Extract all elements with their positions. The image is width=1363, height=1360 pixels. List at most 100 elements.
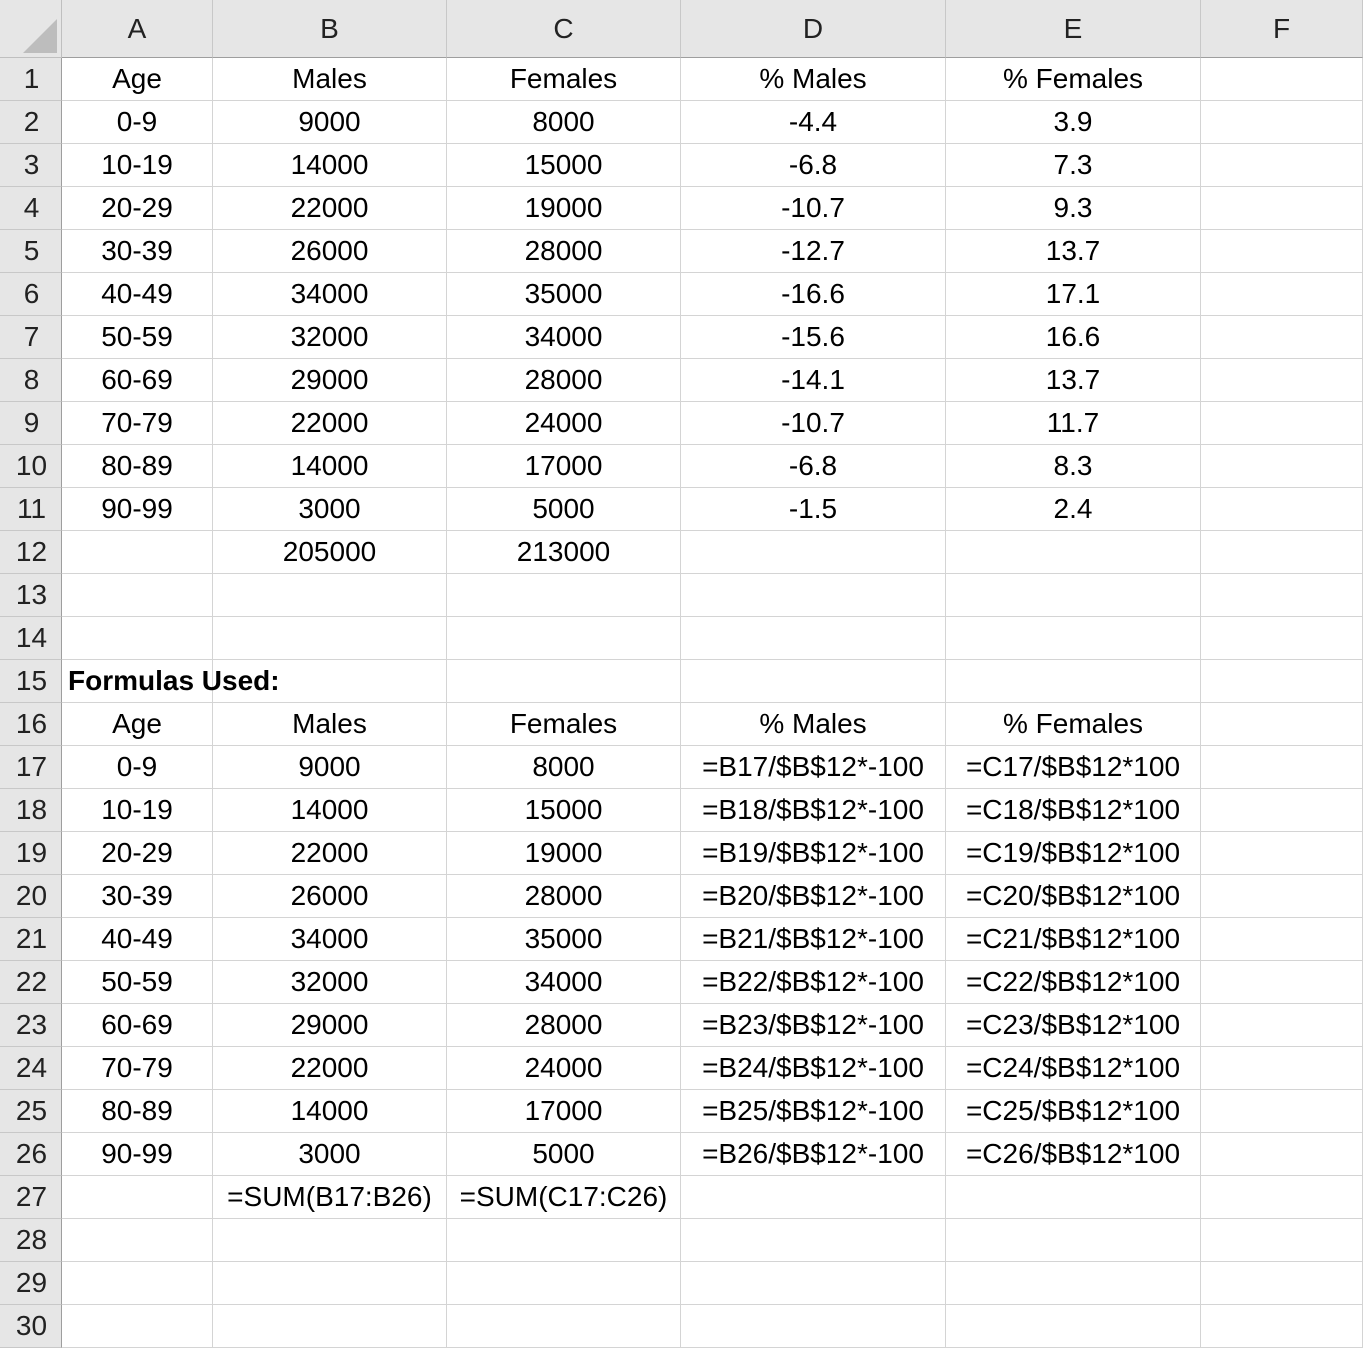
cell-a11[interactable]: 90-99 bbox=[62, 488, 213, 531]
cell-e19[interactable]: =C19/$B$12*100 bbox=[946, 832, 1201, 875]
cell-f11[interactable] bbox=[1201, 488, 1363, 531]
cell-a18[interactable]: 10-19 bbox=[62, 789, 213, 832]
cell-f20[interactable] bbox=[1201, 875, 1363, 918]
row-header-10[interactable]: 10 bbox=[0, 445, 62, 488]
row-header-21[interactable]: 21 bbox=[0, 918, 62, 961]
row-header-7[interactable]: 7 bbox=[0, 316, 62, 359]
cell-d25[interactable]: =B25/$B$12*-100 bbox=[681, 1090, 946, 1133]
cell-d1[interactable]: % Males bbox=[681, 58, 946, 101]
cell-a2[interactable]: 0-9 bbox=[62, 101, 213, 144]
cell-b7[interactable]: 32000 bbox=[213, 316, 447, 359]
cell-b21[interactable]: 34000 bbox=[213, 918, 447, 961]
cell-b26[interactable]: 3000 bbox=[213, 1133, 447, 1176]
row-header-4[interactable]: 4 bbox=[0, 187, 62, 230]
cell-d30[interactable] bbox=[681, 1305, 946, 1348]
cell-a21[interactable]: 40-49 bbox=[62, 918, 213, 961]
cell-c7[interactable]: 34000 bbox=[447, 316, 681, 359]
row-header-24[interactable]: 24 bbox=[0, 1047, 62, 1090]
cell-c30[interactable] bbox=[447, 1305, 681, 1348]
cell-e17[interactable]: =C17/$B$12*100 bbox=[946, 746, 1201, 789]
cell-a1[interactable]: Age bbox=[62, 58, 213, 101]
cell-a26[interactable]: 90-99 bbox=[62, 1133, 213, 1176]
cell-c24[interactable]: 24000 bbox=[447, 1047, 681, 1090]
cell-c25[interactable]: 17000 bbox=[447, 1090, 681, 1133]
cell-f28[interactable] bbox=[1201, 1219, 1363, 1262]
cell-d5[interactable]: -12.7 bbox=[681, 230, 946, 273]
cell-e24[interactable]: =C24/$B$12*100 bbox=[946, 1047, 1201, 1090]
cell-f22[interactable] bbox=[1201, 961, 1363, 1004]
cell-f13[interactable] bbox=[1201, 574, 1363, 617]
cell-c9[interactable]: 24000 bbox=[447, 402, 681, 445]
cell-e26[interactable]: =C26/$B$12*100 bbox=[946, 1133, 1201, 1176]
cell-d10[interactable]: -6.8 bbox=[681, 445, 946, 488]
cell-e1[interactable]: % Females bbox=[946, 58, 1201, 101]
cell-a19[interactable]: 20-29 bbox=[62, 832, 213, 875]
cell-c2[interactable]: 8000 bbox=[447, 101, 681, 144]
row-header-19[interactable]: 19 bbox=[0, 832, 62, 875]
cell-b10[interactable]: 14000 bbox=[213, 445, 447, 488]
cell-b15[interactable] bbox=[213, 660, 447, 703]
cell-e4[interactable]: 9.3 bbox=[946, 187, 1201, 230]
cell-f15[interactable] bbox=[1201, 660, 1363, 703]
cell-e30[interactable] bbox=[946, 1305, 1201, 1348]
cell-d16[interactable]: % Males bbox=[681, 703, 946, 746]
cell-a14[interactable] bbox=[62, 617, 213, 660]
cell-a5[interactable]: 30-39 bbox=[62, 230, 213, 273]
row-header-1[interactable]: 1 bbox=[0, 58, 62, 101]
cell-b8[interactable]: 29000 bbox=[213, 359, 447, 402]
select-all-corner[interactable] bbox=[0, 0, 62, 58]
cell-e29[interactable] bbox=[946, 1262, 1201, 1305]
cell-c8[interactable]: 28000 bbox=[447, 359, 681, 402]
cell-a29[interactable] bbox=[62, 1262, 213, 1305]
cell-a10[interactable]: 80-89 bbox=[62, 445, 213, 488]
row-header-13[interactable]: 13 bbox=[0, 574, 62, 617]
row-header-27[interactable]: 27 bbox=[0, 1176, 62, 1219]
cell-f21[interactable] bbox=[1201, 918, 1363, 961]
cell-b3[interactable]: 14000 bbox=[213, 144, 447, 187]
cell-f18[interactable] bbox=[1201, 789, 1363, 832]
cell-e10[interactable]: 8.3 bbox=[946, 445, 1201, 488]
cell-d9[interactable]: -10.7 bbox=[681, 402, 946, 445]
cell-f14[interactable] bbox=[1201, 617, 1363, 660]
column-header-d[interactable]: D bbox=[681, 0, 946, 58]
cell-c18[interactable]: 15000 bbox=[447, 789, 681, 832]
cell-f9[interactable] bbox=[1201, 402, 1363, 445]
row-header-29[interactable]: 29 bbox=[0, 1262, 62, 1305]
cell-a12[interactable] bbox=[62, 531, 213, 574]
cell-e16[interactable]: % Females bbox=[946, 703, 1201, 746]
cell-b1[interactable]: Males bbox=[213, 58, 447, 101]
cell-d2[interactable]: -4.4 bbox=[681, 101, 946, 144]
cell-b2[interactable]: 9000 bbox=[213, 101, 447, 144]
cell-c23[interactable]: 28000 bbox=[447, 1004, 681, 1047]
cell-e8[interactable]: 13.7 bbox=[946, 359, 1201, 402]
cell-f3[interactable] bbox=[1201, 144, 1363, 187]
cell-c22[interactable]: 34000 bbox=[447, 961, 681, 1004]
cell-b20[interactable]: 26000 bbox=[213, 875, 447, 918]
cell-e12[interactable] bbox=[946, 531, 1201, 574]
cell-a4[interactable]: 20-29 bbox=[62, 187, 213, 230]
cell-f25[interactable] bbox=[1201, 1090, 1363, 1133]
cell-f5[interactable] bbox=[1201, 230, 1363, 273]
cell-b11[interactable]: 3000 bbox=[213, 488, 447, 531]
row-header-25[interactable]: 25 bbox=[0, 1090, 62, 1133]
cell-d20[interactable]: =B20/$B$12*-100 bbox=[681, 875, 946, 918]
cell-b17[interactable]: 9000 bbox=[213, 746, 447, 789]
cell-c27[interactable]: =SUM(C17:C26) bbox=[447, 1176, 681, 1219]
cell-c4[interactable]: 19000 bbox=[447, 187, 681, 230]
cell-d28[interactable] bbox=[681, 1219, 946, 1262]
cell-f17[interactable] bbox=[1201, 746, 1363, 789]
cell-f27[interactable] bbox=[1201, 1176, 1363, 1219]
cell-b18[interactable]: 14000 bbox=[213, 789, 447, 832]
cell-d4[interactable]: -10.7 bbox=[681, 187, 946, 230]
cell-b30[interactable] bbox=[213, 1305, 447, 1348]
cell-c12[interactable]: 213000 bbox=[447, 531, 681, 574]
row-header-28[interactable]: 28 bbox=[0, 1219, 62, 1262]
row-header-18[interactable]: 18 bbox=[0, 789, 62, 832]
cell-b13[interactable] bbox=[213, 574, 447, 617]
cell-b23[interactable]: 29000 bbox=[213, 1004, 447, 1047]
cell-a22[interactable]: 50-59 bbox=[62, 961, 213, 1004]
row-header-11[interactable]: 11 bbox=[0, 488, 62, 531]
cell-c13[interactable] bbox=[447, 574, 681, 617]
column-header-f[interactable]: F bbox=[1201, 0, 1363, 58]
cell-d19[interactable]: =B19/$B$12*-100 bbox=[681, 832, 946, 875]
